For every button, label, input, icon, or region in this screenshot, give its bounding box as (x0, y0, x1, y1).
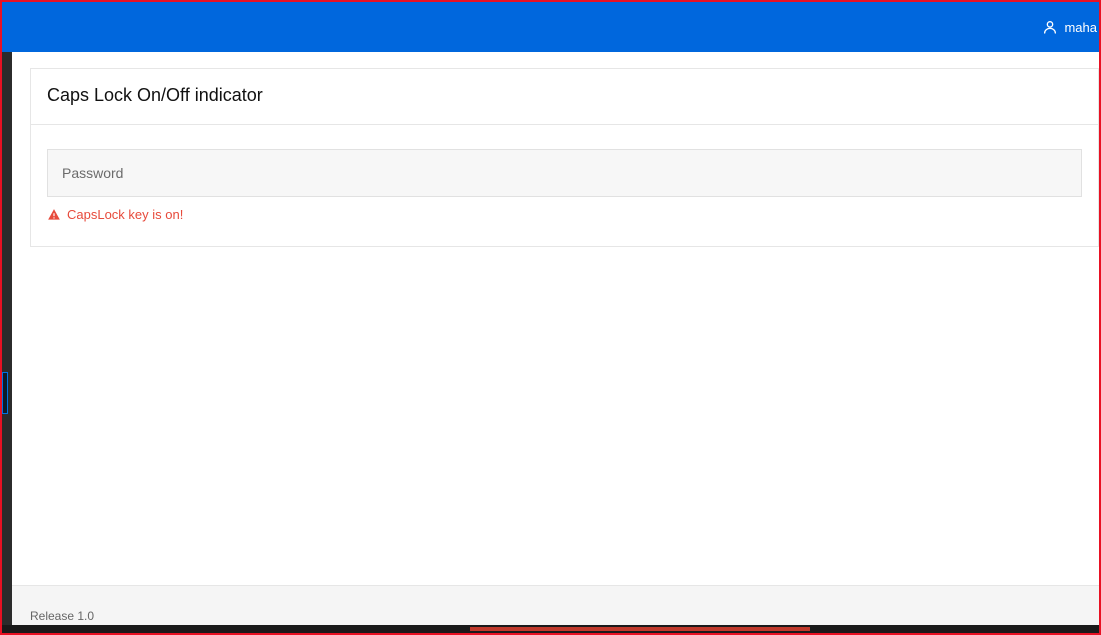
username-label: maha (1064, 20, 1097, 35)
password-input[interactable] (47, 149, 1082, 197)
sidebar-active-indicator (2, 372, 8, 414)
sidebar (2, 52, 12, 625)
card-header: Caps Lock On/Off indicator (31, 69, 1098, 125)
card-title: Caps Lock On/Off indicator (47, 85, 1082, 106)
warning-icon (47, 208, 61, 222)
capslock-warning: CapsLock key is on! (47, 207, 1082, 222)
card-body: CapsLock key is on! (31, 125, 1098, 246)
warning-text: CapsLock key is on! (67, 207, 183, 222)
main-content: Caps Lock On/Off indicator CapsLock key … (12, 52, 1099, 585)
footer: Release 1.0 (12, 585, 1099, 625)
bottom-strip (2, 625, 1099, 633)
user-icon (1042, 19, 1058, 35)
capslock-card: Caps Lock On/Off indicator CapsLock key … (30, 68, 1099, 247)
app-header: maha (2, 2, 1099, 52)
user-menu[interactable]: maha (1042, 19, 1099, 35)
release-label: Release 1.0 (30, 609, 94, 623)
